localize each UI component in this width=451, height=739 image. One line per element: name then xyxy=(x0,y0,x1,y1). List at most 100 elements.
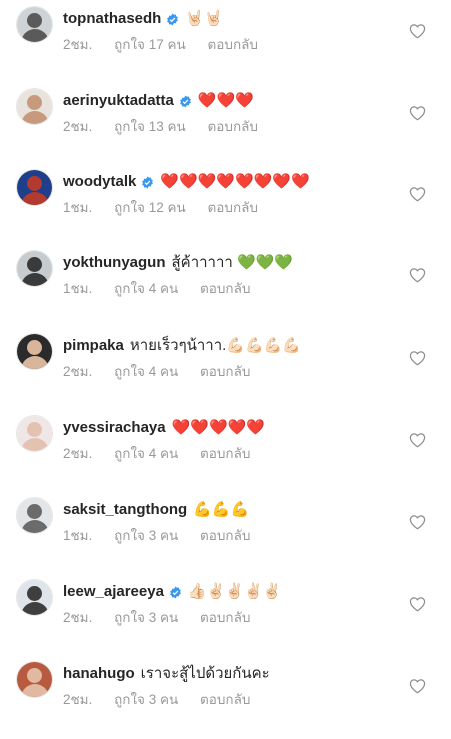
reply-button[interactable]: ตอบกลับ xyxy=(200,692,250,707)
comment-text: ❤️❤️❤️❤️❤️ xyxy=(171,419,265,436)
comment-row: saksit_tangthong 💪💪💪 1ชม. ถูกใจ 3 คน ตอบ… xyxy=(0,494,451,575)
comment-line: topnathasedh 🤘🏻🤘🏻 xyxy=(63,9,223,29)
avatar-face xyxy=(27,422,42,437)
comment-meta: 2ชม. ถูกใจ 4 คน ตอบกลับ xyxy=(63,363,268,381)
comment-text: ❤️❤️❤️❤️❤️❤️❤️❤️ xyxy=(160,173,310,190)
heart-icon[interactable] xyxy=(409,186,426,202)
reply-button[interactable]: ตอบกลับ xyxy=(200,610,250,625)
like-count[interactable]: ถูกใจ 3 คน xyxy=(114,610,178,625)
comment-line: yvessirachaya ❤️❤️❤️❤️❤️ xyxy=(63,418,265,438)
comment-line: hanahugo เราจะสู้ไปด้วยกันคะ xyxy=(63,664,270,684)
comment-time: 2ชม. xyxy=(63,446,93,461)
like-count[interactable]: ถูกใจ 3 คน xyxy=(114,692,178,707)
username[interactable]: pimpaka xyxy=(63,336,124,356)
comment-time: 2ชม. xyxy=(63,364,93,379)
avatar-face xyxy=(27,95,42,110)
reply-button[interactable]: ตอบกลับ xyxy=(200,364,250,379)
comment-row: yvessirachaya ❤️❤️❤️❤️❤️ 2ชม. ถูกใจ 4 คน… xyxy=(0,412,451,493)
heart-icon[interactable] xyxy=(409,105,426,121)
avatar-face xyxy=(27,176,42,191)
reply-button[interactable]: ตอบกลับ xyxy=(200,528,250,543)
comment-time: 2ชม. xyxy=(63,610,93,625)
heart-icon[interactable] xyxy=(409,678,426,694)
comment-time: 2ชม. xyxy=(63,37,93,52)
username[interactable]: yokthunyagun xyxy=(63,253,166,273)
comment-meta: 1ชม. ถูกใจ 3 คน ตอบกลับ xyxy=(63,527,268,545)
comment-time: 2ชม. xyxy=(63,692,93,707)
comment-time: 1ชม. xyxy=(63,281,93,296)
like-count[interactable]: ถูกใจ 3 คน xyxy=(114,528,178,543)
avatar-face xyxy=(27,668,42,683)
like-count[interactable]: ถูกใจ 13 คน xyxy=(114,119,186,134)
comment-time: 1ชม. xyxy=(63,200,93,215)
username[interactable]: saksit_tangthong xyxy=(63,500,187,520)
avatar[interactable] xyxy=(16,88,53,125)
heart-icon[interactable] xyxy=(409,23,426,39)
reply-button[interactable]: ตอบกลับ xyxy=(208,200,258,215)
comment-meta: 2ชม. ถูกใจ 13 คน ตอบกลับ xyxy=(63,118,276,136)
username[interactable]: aerinyuktadatta xyxy=(63,91,174,111)
like-count[interactable]: ถูกใจ 4 คน xyxy=(114,281,178,296)
avatar-face xyxy=(27,504,42,519)
heart-icon[interactable] xyxy=(409,514,426,530)
comment-meta: 1ชม. ถูกใจ 12 คน ตอบกลับ xyxy=(63,199,276,217)
comment-line: yokthunyagun สู้ค้าาาาา 💚💚💚 xyxy=(63,253,293,273)
reply-button[interactable]: ตอบกลับ xyxy=(208,37,258,52)
comment-row: yokthunyagun สู้ค้าาาาา 💚💚💚 1ชม. ถูกใจ 4… xyxy=(0,247,451,328)
comment-line: pimpaka หายเร็วๆน้าาา.💪🏻💪🏻💪🏻💪🏻 xyxy=(63,336,301,356)
username[interactable]: yvessirachaya xyxy=(63,418,166,438)
comment-time: 2ชม. xyxy=(63,119,93,134)
comment-text: 🤘🏻🤘🏻 xyxy=(185,10,223,27)
reply-button[interactable]: ตอบกลับ xyxy=(208,119,258,134)
heart-icon[interactable] xyxy=(409,267,426,283)
avatar[interactable] xyxy=(16,497,53,534)
comment-line: leew_ajareeya 👍🏻✌🏻✌🏻✌🏻✌🏻 xyxy=(63,582,281,602)
comment-line: aerinyuktadatta ❤️❤️❤️ xyxy=(63,91,254,111)
username[interactable]: woodytalk xyxy=(63,172,136,192)
comment-row: topnathasedh 🤘🏻🤘🏻 2ชม. ถูกใจ 17 คน ตอบกล… xyxy=(0,3,451,84)
comment-meta: 2ชม. ถูกใจ 4 คน ตอบกลับ xyxy=(63,445,268,463)
comment-meta: 1ชม. ถูกใจ 4 คน ตอบกลับ xyxy=(63,280,268,298)
avatar[interactable] xyxy=(16,661,53,698)
heart-icon[interactable] xyxy=(409,350,426,366)
comment-text: 👍🏻✌🏻✌🏻✌🏻✌🏻 xyxy=(187,583,282,600)
heart-icon[interactable] xyxy=(409,432,426,448)
reply-button[interactable]: ตอบกลับ xyxy=(200,446,250,461)
comment-text: สู้ค้าาาาา 💚💚💚 xyxy=(171,254,294,271)
avatar[interactable] xyxy=(16,415,53,452)
comment-meta: 2ชม. ถูกใจ 3 คน ตอบกลับ xyxy=(63,609,268,627)
like-count[interactable]: ถูกใจ 4 คน xyxy=(114,364,178,379)
verified-badge-icon xyxy=(167,13,179,25)
avatar-face xyxy=(27,340,42,355)
like-count[interactable]: ถูกใจ 17 คน xyxy=(114,37,186,52)
comment-row: pimpaka หายเร็วๆน้าาา.💪🏻💪🏻💪🏻💪🏻 2ชม. ถูกใ… xyxy=(0,330,451,411)
like-count[interactable]: ถูกใจ 4 คน xyxy=(114,446,178,461)
comment-row: woodytalk ❤️❤️❤️❤️❤️❤️❤️❤️ 1ชม. ถูกใจ 12… xyxy=(0,166,451,247)
comment-row: hanahugo เราจะสู้ไปด้วยกันคะ 2ชม. ถูกใจ … xyxy=(0,658,451,739)
comment-time: 1ชม. xyxy=(63,528,93,543)
username[interactable]: topnathasedh xyxy=(63,9,161,29)
comment-text: 💪💪💪 xyxy=(193,501,250,518)
comment-text: ❤️❤️❤️ xyxy=(197,92,254,109)
comment-meta: 2ชม. ถูกใจ 17 คน ตอบกลับ xyxy=(63,36,276,54)
avatar-face xyxy=(27,257,42,272)
comment-row: aerinyuktadatta ❤️❤️❤️ 2ชม. ถูกใจ 13 คน … xyxy=(0,85,451,166)
comment-meta: 2ชม. ถูกใจ 3 คน ตอบกลับ xyxy=(63,691,268,709)
verified-badge-icon xyxy=(142,176,154,188)
like-count[interactable]: ถูกใจ 12 คน xyxy=(114,200,186,215)
verified-badge-icon xyxy=(170,586,181,598)
avatar[interactable] xyxy=(16,169,53,206)
avatar[interactable] xyxy=(16,250,53,287)
reply-button[interactable]: ตอบกลับ xyxy=(200,281,250,296)
verified-badge-icon xyxy=(180,95,191,107)
comment-text: เราจะสู้ไปด้วยกันคะ xyxy=(140,665,270,682)
avatar[interactable] xyxy=(16,579,53,616)
heart-icon[interactable] xyxy=(409,596,426,612)
avatar-face xyxy=(27,586,42,601)
avatar[interactable] xyxy=(16,6,53,43)
avatar[interactable] xyxy=(16,333,53,370)
comment-row: leew_ajareeya 👍🏻✌🏻✌🏻✌🏻✌🏻 2ชม. ถูกใจ 3 คน… xyxy=(0,576,451,657)
username[interactable]: leew_ajareeya xyxy=(63,582,164,602)
comment-line: saksit_tangthong 💪💪💪 xyxy=(63,500,249,520)
username[interactable]: hanahugo xyxy=(63,664,135,684)
